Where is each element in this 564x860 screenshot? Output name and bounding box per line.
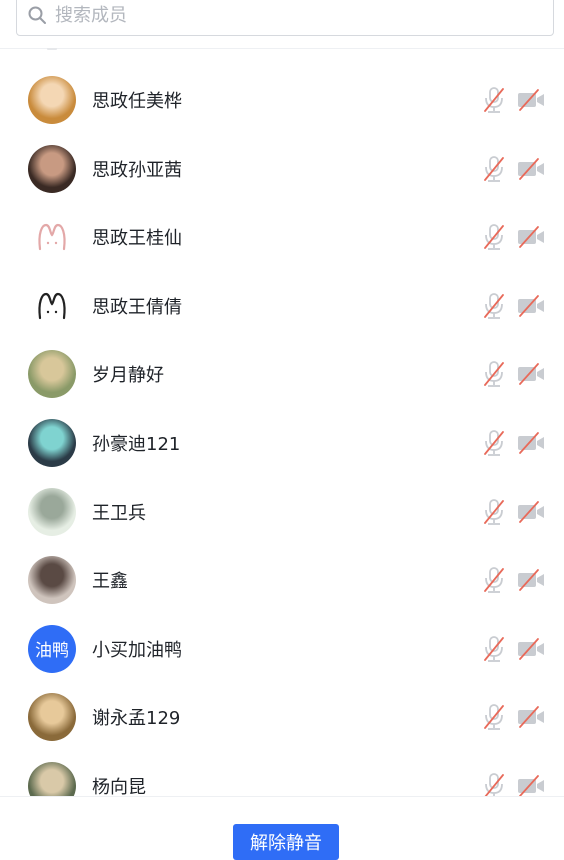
camera-off-icon[interactable] [516,431,546,455]
camera-off-icon[interactable] [516,774,546,796]
search-icon [28,6,46,24]
avatar [28,419,76,467]
member-name: 小买加油鸭 [92,639,182,661]
mic-muted-icon[interactable] [482,635,506,663]
avatar [28,762,76,796]
member-name: 杨向昆 [92,777,146,796]
avatar [28,556,76,605]
camera-off-icon[interactable] [516,568,546,592]
camera-off-icon[interactable] [516,500,546,524]
member-name: 谢永孟129 [92,708,181,730]
scroll-stub [47,48,57,50]
search-input[interactable] [53,3,517,27]
member-row[interactable]: 王卫兵 [0,478,564,546]
member-name: 王卫兵 [92,502,146,524]
member-name: 岁月静好 [92,365,164,387]
camera-off-icon[interactable] [516,637,546,661]
mic-muted-icon[interactable] [482,498,506,526]
member-name: 思政任美桦 [92,91,182,112]
mic-muted-icon[interactable] [482,772,506,796]
unmute-all-button[interactable]: 解除静音 [233,824,339,860]
member-row[interactable]: 王鑫 [0,546,564,614]
mic-muted-icon[interactable] [482,155,506,183]
avatar [28,350,76,399]
search-bar [0,0,564,49]
avatar [28,144,76,193]
member-name: 思政王桂仙 [92,228,182,250]
member-row[interactable]: 孙豪迪121 [0,409,564,477]
member-name: 王鑫 [92,571,128,593]
camera-off-icon[interactable] [516,88,546,112]
member-row[interactable]: 思政孙亚茜 [0,135,564,203]
mic-muted-icon[interactable] [482,86,506,114]
mic-muted-icon[interactable] [482,360,506,388]
member-row[interactable]: 杨向昆 [0,752,564,796]
member-name: 思政王倩倩 [92,296,182,318]
member-row[interactable]: 思政任美桦 [0,66,564,134]
avatar: 油鸭 [28,624,76,673]
member-row[interactable]: 岁月静好 [0,340,564,408]
avatar [28,76,76,124]
avatar [28,693,76,742]
member-name: 孙豪迪121 [92,434,181,455]
footer-bar: 解除静音 [0,796,564,860]
avatar [28,213,76,262]
member-row[interactable]: 思政王桂仙 [0,203,564,271]
mic-muted-icon[interactable] [482,429,506,457]
camera-off-icon[interactable] [516,157,546,181]
mic-muted-icon[interactable] [482,223,506,251]
camera-off-icon[interactable] [516,362,546,386]
member-name: 思政孙亚茜 [92,159,182,181]
camera-off-icon[interactable] [516,225,546,249]
avatar [28,487,76,536]
mic-muted-icon[interactable] [482,292,506,320]
member-list: 思政任美桦 思政孙亚茜 思政王桂仙 思政王倩倩 岁月静好 孙豪迪121 王卫兵 … [0,48,564,796]
search-field[interactable] [16,0,554,36]
member-row[interactable]: 谢永孟129 [0,683,564,751]
mic-muted-icon[interactable] [482,703,506,731]
mic-muted-icon[interactable] [482,566,506,594]
camera-off-icon[interactable] [516,294,546,318]
avatar [28,281,76,330]
camera-off-icon[interactable] [516,705,546,729]
member-row[interactable]: 油鸭 小买加油鸭 [0,615,564,683]
member-row[interactable]: 思政王倩倩 [0,272,564,340]
